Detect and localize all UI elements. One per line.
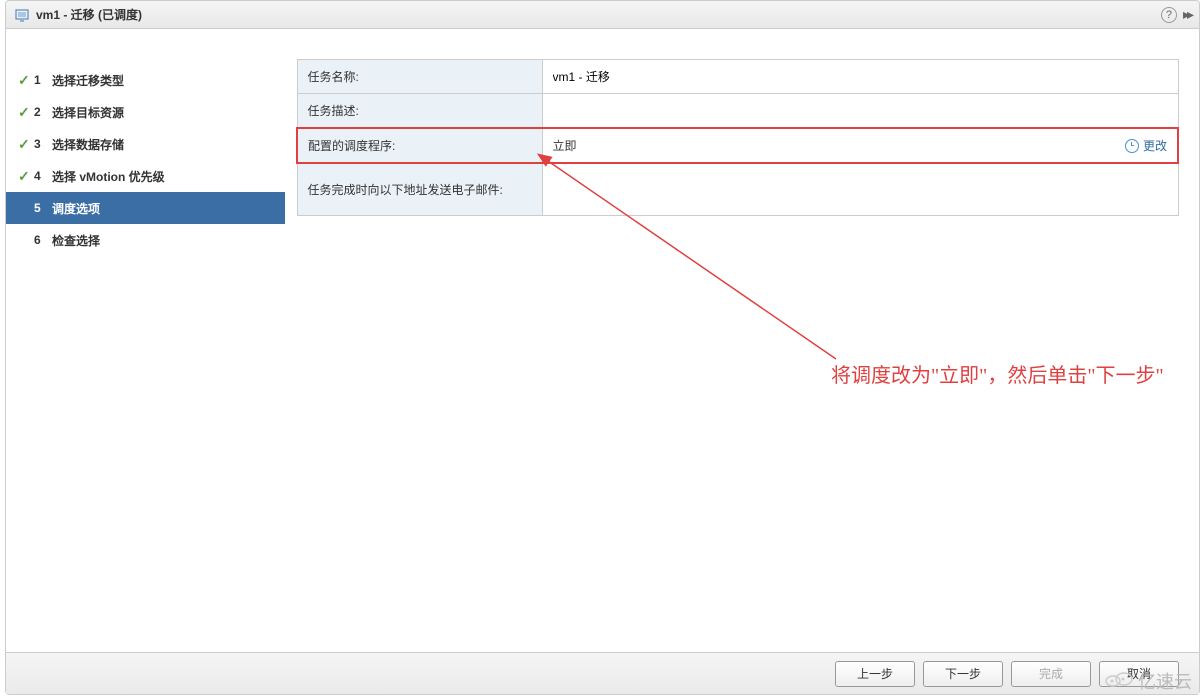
scheduler-label: 配置的调度程序: [297,128,542,163]
step-number: 3 [34,137,52,151]
wizard-steps-sidebar: ✓ 1 选择迁移类型 ✓ 2 选择目标资源 ✓ 3 选择数据存储 ✓ 4 选择 … [6,29,286,652]
step-label: 选择 vMotion 优先级 [52,168,165,185]
scheduler-value: 立即 [553,139,577,153]
dialog-title: vm1 - 迁移 (已调度) [36,6,1161,23]
dialog-body: ✓ 1 选择迁移类型 ✓ 2 选择目标资源 ✓ 3 选择数据存储 ✓ 4 选择 … [6,29,1199,652]
step-review[interactable]: ✓ 6 检查选择 [6,224,285,256]
migration-wizard-dialog: vm1 - 迁移 (已调度) ? ▸▸ ✓ 1 选择迁移类型 ✓ 2 选择目标资… [5,0,1200,695]
annotation-text: 将调度改为"立即"，然后单击"下一步" [831,359,1164,388]
step-migration-type[interactable]: ✓ 1 选择迁移类型 [6,64,285,96]
back-button[interactable]: 上一步 [835,661,915,687]
step-number: 4 [34,169,52,183]
watermark: 亿速云 [1104,668,1192,694]
finish-button[interactable]: 完成 [1011,661,1091,687]
scheduler-row: 配置的调度程序: 立即 更改 [297,128,1178,163]
content-panel: 任务名称: 任务描述: 配置的调度程序: 立即 [286,29,1199,652]
check-icon: ✓ [18,72,34,89]
step-vmotion-priority[interactable]: ✓ 4 选择 vMotion 优先级 [6,160,285,192]
step-target-resource[interactable]: ✓ 2 选择目标资源 [6,96,285,128]
step-schedule-options[interactable]: ✓ 5 调度选项 [6,192,285,224]
step-label: 检查选择 [52,232,100,249]
expand-icon[interactable]: ▸▸ [1183,6,1191,23]
task-desc-label: 任务描述: [297,94,542,129]
step-label: 选择迁移类型 [52,72,124,89]
check-icon: ✓ [18,104,34,121]
schedule-form: 任务名称: 任务描述: 配置的调度程序: 立即 [296,59,1179,216]
email-input[interactable] [553,172,1168,204]
step-number: 1 [34,73,52,87]
step-label: 调度选项 [52,200,100,217]
help-icon[interactable]: ? [1161,7,1177,23]
next-button[interactable]: 下一步 [923,661,1003,687]
dialog-footer: 上一步 下一步 完成 取消 [6,652,1199,694]
step-datastore[interactable]: ✓ 3 选择数据存储 [6,128,285,160]
step-label: 选择数据存储 [52,136,124,153]
step-number: 5 [34,201,52,215]
change-text: 更改 [1143,137,1167,154]
task-name-label: 任务名称: [297,60,542,94]
task-name-row: 任务名称: [297,60,1178,94]
step-label: 选择目标资源 [52,104,124,121]
check-icon: ✓ [18,168,34,185]
task-name-input[interactable] [553,69,1168,83]
watermark-text: 亿速云 [1138,668,1192,694]
step-number: 2 [34,105,52,119]
change-schedule-link[interactable]: 更改 [1125,137,1167,154]
task-desc-row: 任务描述: [297,94,1178,129]
step-number: 6 [34,233,52,247]
clock-icon [1125,139,1139,153]
check-icon: ✓ [18,136,34,153]
vm-icon [14,7,30,23]
title-bar: vm1 - 迁移 (已调度) ? ▸▸ [6,1,1199,29]
watermark-cloud-icon [1104,669,1134,694]
email-label: 任务完成时向以下地址发送电子邮件: [297,163,542,216]
email-row: 任务完成时向以下地址发送电子邮件: [297,163,1178,216]
task-desc-input[interactable] [553,104,1168,118]
